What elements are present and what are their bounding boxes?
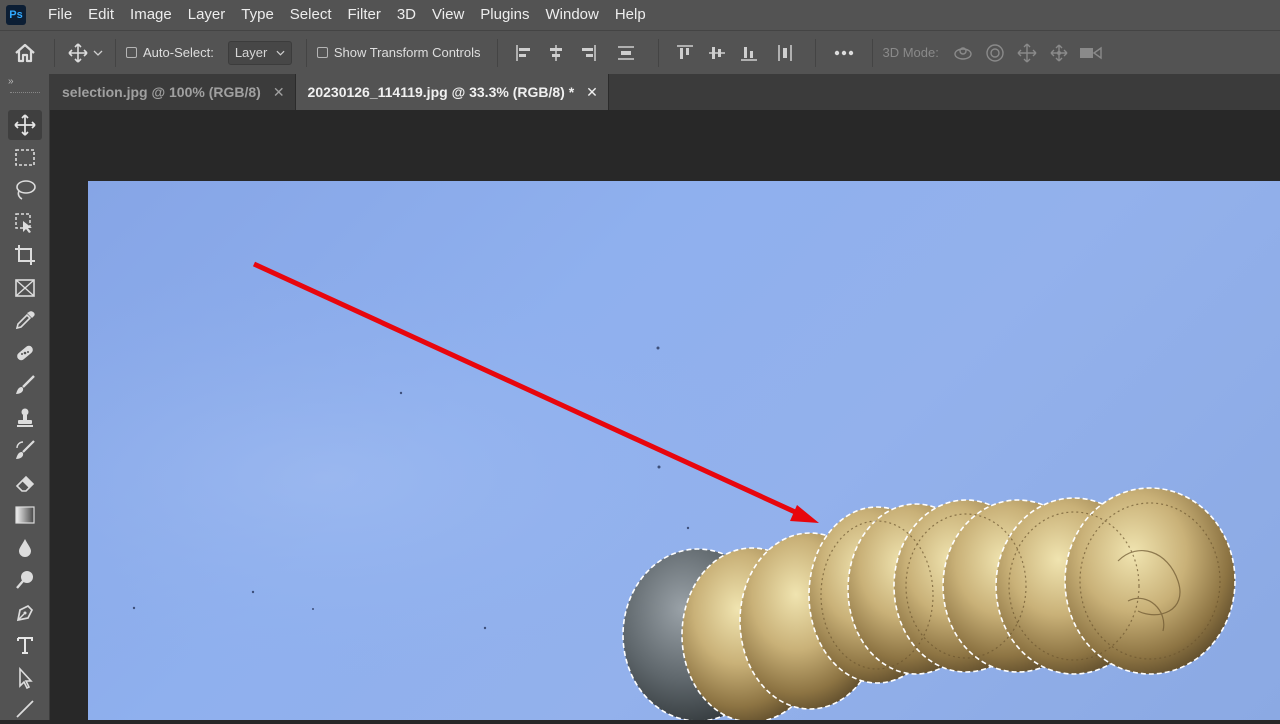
- distribute-horizontal-icon[interactable]: [765, 43, 805, 63]
- toolbar-grip[interactable]: [10, 92, 40, 97]
- separator: [54, 38, 55, 67]
- gradient-tool-icon[interactable]: [8, 500, 42, 530]
- align-left-icon[interactable]: [508, 44, 540, 62]
- blur-tool-icon[interactable]: [8, 533, 42, 563]
- eraser-tool-icon[interactable]: [8, 468, 42, 498]
- collapse-toolbar-icon[interactable]: »: [8, 76, 14, 87]
- show-transform-checkbox[interactable]: [316, 47, 328, 58]
- chevron-down-icon[interactable]: [91, 50, 105, 56]
- menu-layer[interactable]: Layer: [180, 0, 234, 30]
- 3d-camera-icon[interactable]: [1075, 45, 1107, 61]
- align-center-icon[interactable]: [540, 44, 572, 62]
- separator: [496, 38, 498, 67]
- home-icon[interactable]: [0, 43, 50, 63]
- menu-3d[interactable]: 3D: [389, 0, 424, 30]
- brush-tool-icon[interactable]: [8, 370, 42, 400]
- menu-bar: Ps File Edit Image Layer Type Select Fil…: [0, 0, 1280, 30]
- crop-tool-icon[interactable]: [8, 240, 42, 270]
- menu-help[interactable]: Help: [607, 0, 654, 30]
- photoshop-logo: Ps: [6, 5, 26, 25]
- photo-canvas: [88, 181, 1280, 720]
- lasso-tool-icon[interactable]: [8, 175, 42, 205]
- clone-stamp-tool-icon[interactable]: [8, 403, 42, 433]
- document-tabs: selection.jpg @ 100% (RGB/8) ✕ 20230126_…: [50, 74, 1280, 110]
- frame-tool-icon[interactable]: [8, 273, 42, 303]
- eyedropper-tool-icon[interactable]: [8, 305, 42, 335]
- 3d-orbit-icon[interactable]: [947, 44, 979, 62]
- document-image[interactable]: [88, 181, 1280, 720]
- distribute-vertical-icon[interactable]: [604, 44, 648, 62]
- tab-selection-jpg[interactable]: selection.jpg @ 100% (RGB/8) ✕: [50, 74, 296, 110]
- align-top-icon[interactable]: [669, 44, 701, 62]
- 3d-roll-icon[interactable]: [979, 43, 1011, 63]
- tools-panel: »: [0, 74, 50, 720]
- menu-edit[interactable]: Edit: [80, 0, 122, 30]
- history-brush-tool-icon[interactable]: [8, 435, 42, 465]
- object-selection-tool-icon[interactable]: [8, 208, 42, 238]
- options-bar: Auto-Select: Layer Show Transform Contro…: [0, 30, 1280, 74]
- menu-file[interactable]: File: [40, 0, 80, 30]
- marquee-tool-icon[interactable]: [8, 143, 42, 173]
- close-icon[interactable]: ✕: [586, 84, 598, 101]
- menu-window[interactable]: Window: [537, 0, 606, 30]
- tab-label: selection.jpg @ 100% (RGB/8): [62, 84, 261, 100]
- 3d-mode-label: 3D Mode:: [882, 45, 939, 60]
- dodge-tool-icon[interactable]: [8, 565, 42, 595]
- layer-dropdown[interactable]: Layer: [227, 40, 292, 65]
- type-tool-icon[interactable]: [8, 630, 42, 660]
- separator: [871, 38, 873, 67]
- align-middle-icon[interactable]: [701, 44, 733, 62]
- separator: [115, 38, 116, 67]
- healing-brush-tool-icon[interactable]: [8, 338, 42, 368]
- separator: [305, 38, 307, 67]
- menu-plugins[interactable]: Plugins: [472, 0, 537, 30]
- menu-view[interactable]: View: [424, 0, 472, 30]
- chevron-down-icon: [276, 50, 285, 56]
- more-options-icon[interactable]: [826, 50, 862, 56]
- menu-filter[interactable]: Filter: [340, 0, 389, 30]
- tab-20230126-114119-jpg[interactable]: 20230126_114119.jpg @ 33.3% (RGB/8) * ✕: [295, 74, 609, 110]
- close-icon[interactable]: ✕: [273, 84, 285, 101]
- align-right-icon[interactable]: [572, 44, 604, 62]
- auto-select-label: Auto-Select:: [143, 45, 214, 60]
- separator: [657, 38, 659, 67]
- menu-type[interactable]: Type: [233, 0, 282, 30]
- menu-image[interactable]: Image: [122, 0, 180, 30]
- 3d-pan-icon[interactable]: [1011, 43, 1043, 63]
- tab-label: 20230126_114119.jpg @ 33.3% (RGB/8) *: [307, 84, 575, 100]
- move-tool-icon[interactable]: [8, 110, 42, 140]
- menu-select[interactable]: Select: [282, 0, 340, 30]
- path-selection-tool-icon[interactable]: [8, 663, 42, 693]
- auto-select-checkbox[interactable]: [126, 47, 137, 58]
- pen-tool-icon[interactable]: [8, 598, 42, 628]
- separator: [814, 38, 816, 67]
- canvas-workspace[interactable]: [50, 110, 1280, 720]
- align-bottom-icon[interactable]: [733, 44, 765, 62]
- layer-dropdown-value: Layer: [234, 45, 268, 60]
- show-transform-label: Show Transform Controls: [333, 45, 481, 60]
- move-tool-preset-icon[interactable]: [65, 42, 91, 63]
- 3d-slide-icon[interactable]: [1043, 43, 1075, 63]
